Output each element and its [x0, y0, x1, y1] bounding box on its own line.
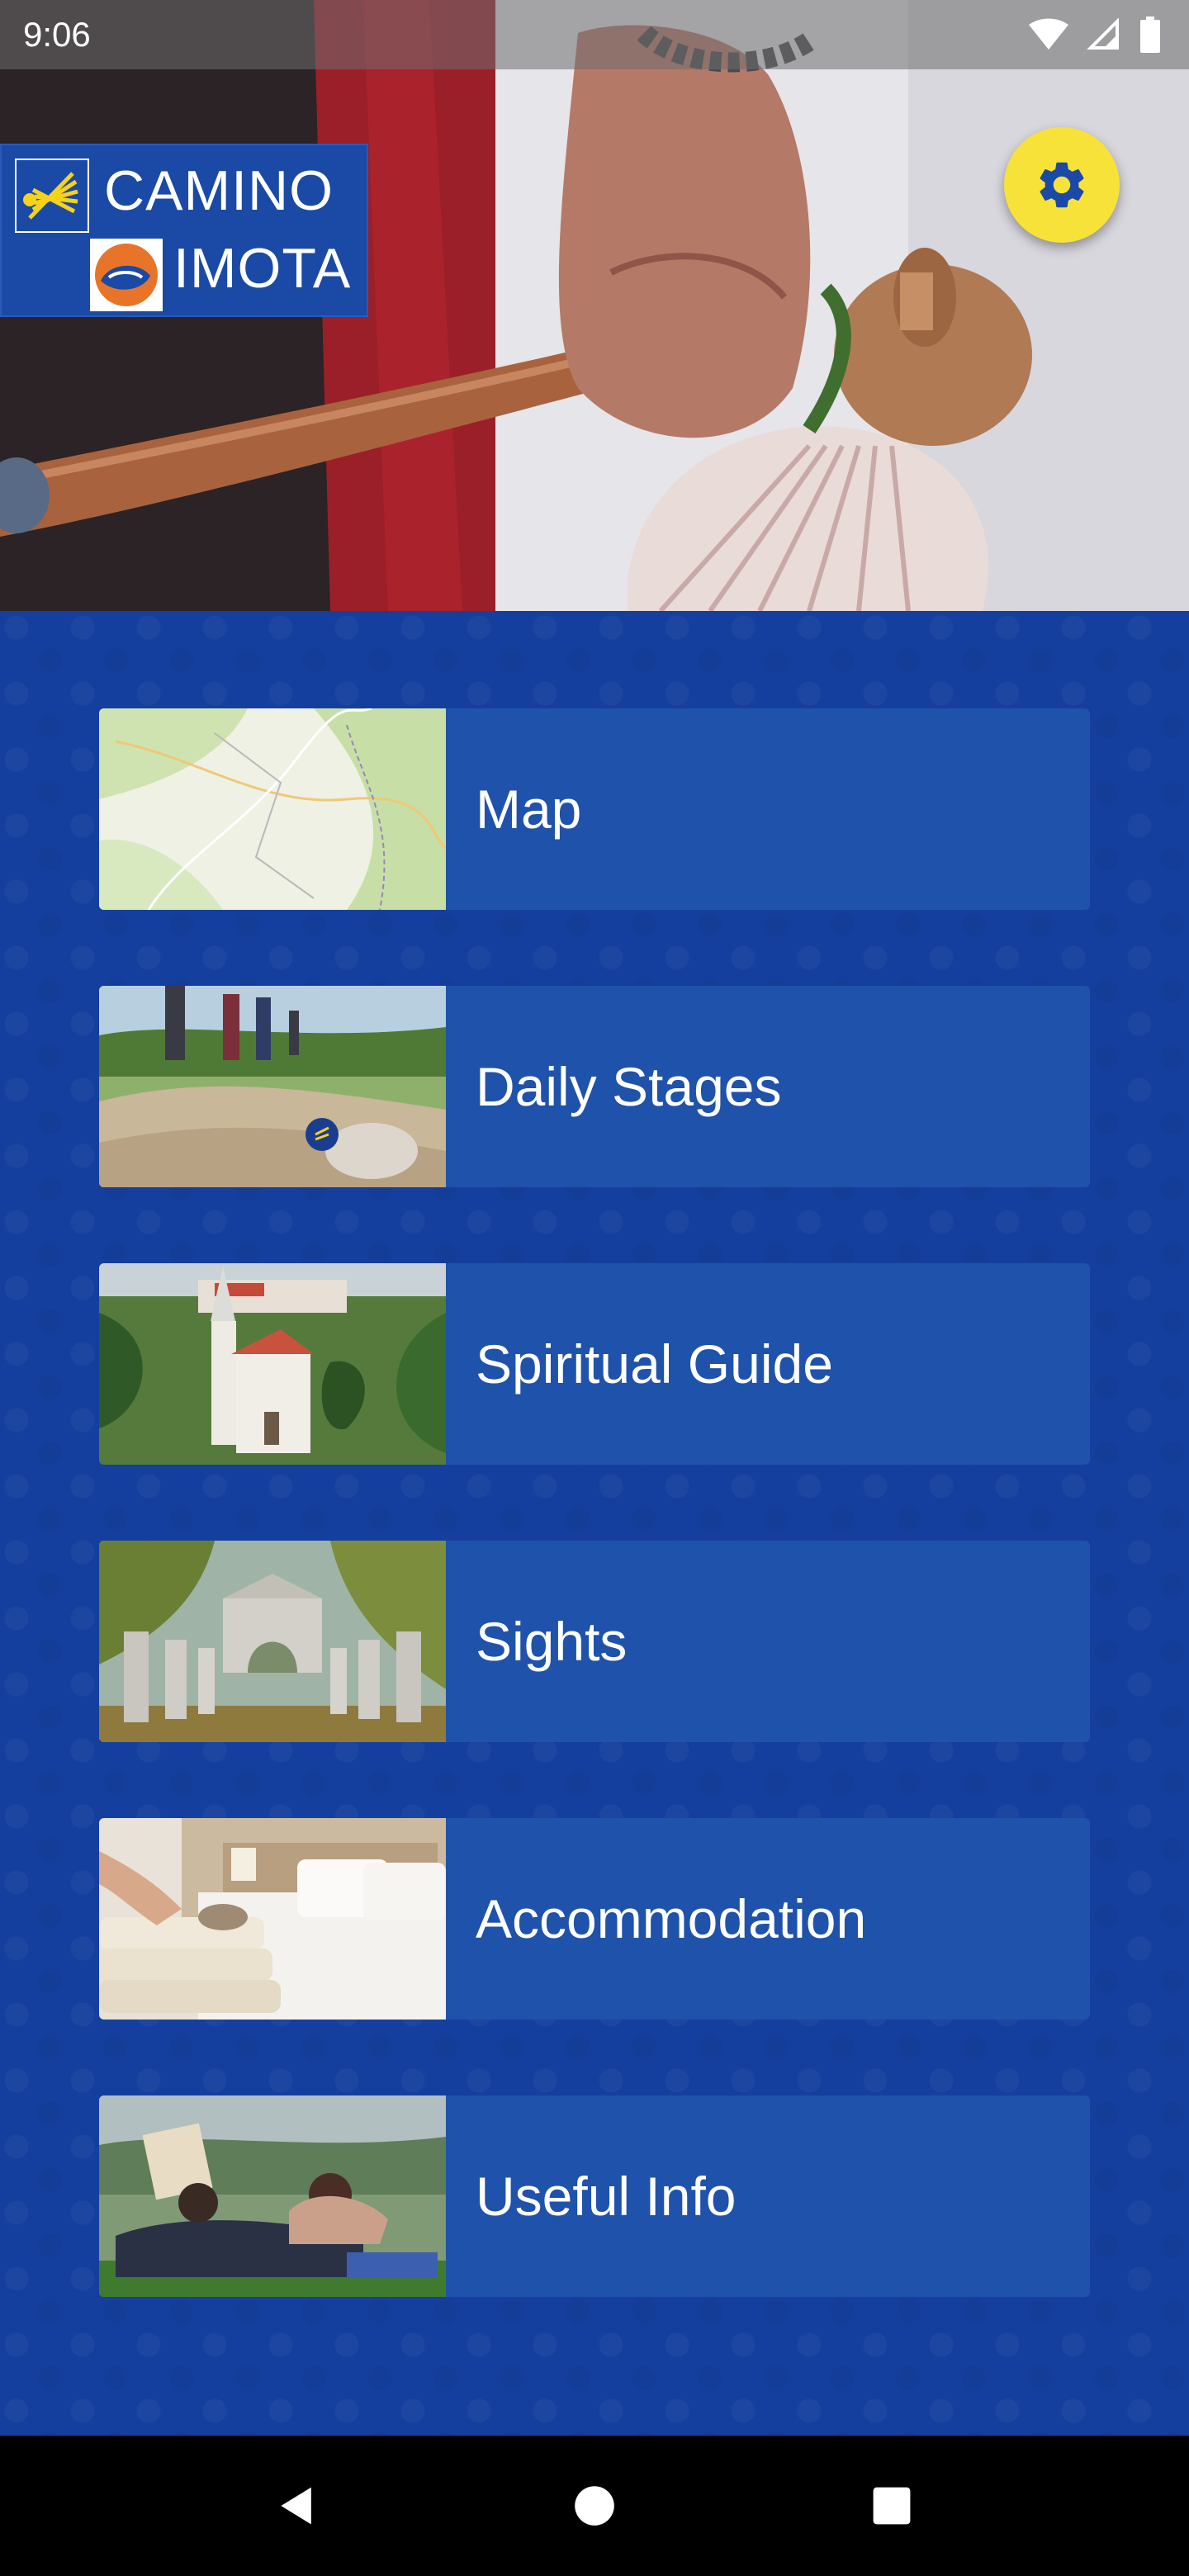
back-button[interactable] — [260, 2469, 334, 2543]
status-time: 9:06 — [23, 15, 91, 54]
status-bar: 9:06 — [0, 0, 1189, 69]
scallop-shell-icon — [15, 159, 89, 233]
map-thumbnail — [99, 708, 446, 910]
hikers-thumbnail — [99, 986, 446, 1187]
menu-item-accommodation[interactable]: Accommodation — [99, 1818, 1090, 2020]
recents-button[interactable] — [855, 2469, 929, 2543]
settings-button[interactable] — [1004, 127, 1120, 243]
menu-label-useful-info: Useful Info — [476, 2166, 737, 2227]
wifi-icon — [1029, 18, 1068, 50]
signal-icon — [1087, 18, 1119, 50]
battery-icon — [1140, 17, 1160, 53]
monument-thumbnail — [99, 1541, 446, 1742]
shell-emblem-icon — [90, 239, 163, 311]
menu-label-map: Map — [476, 779, 582, 840]
gear-icon — [1040, 162, 1084, 208]
status-icons — [1029, 17, 1161, 53]
menu-label-accommodation: Accommodation — [476, 1888, 867, 1949]
home-button[interactable] — [557, 2469, 632, 2543]
menu-label-daily-stages: Daily Stages — [476, 1056, 782, 1117]
home-icon — [575, 2486, 614, 2526]
church-thumbnail — [99, 1263, 446, 1465]
logo-line-camino: CAMINO — [104, 159, 334, 222]
system-nav-bar — [0, 2436, 1189, 2576]
menu-item-daily-stages[interactable]: Daily Stages — [99, 986, 1090, 1187]
back-icon — [281, 2487, 311, 2525]
menu-label-sights: Sights — [476, 1611, 628, 1672]
app-screen: CAMINO IMOTA 9:06 Map Daily Stages Spiri… — [0, 0, 1189, 2576]
menu-item-spiritual-guide[interactable]: Spiritual Guide — [99, 1263, 1090, 1465]
logo-line-imota: IMOTA — [173, 237, 352, 300]
camino-imota-logo: CAMINO IMOTA — [0, 144, 368, 317]
menu-label-spiritual-guide: Spiritual Guide — [476, 1333, 833, 1395]
bedroom-thumbnail — [99, 1818, 446, 2020]
recents-icon — [873, 2487, 911, 2525]
menu-item-map[interactable]: Map — [99, 708, 1090, 910]
menu-item-useful-info[interactable]: Useful Info — [99, 2095, 1090, 2297]
menu-item-sights[interactable]: Sights — [99, 1541, 1090, 1742]
main-menu: Map Daily Stages Spiritual Guide Sights … — [0, 611, 1189, 2436]
hero-banner: CAMINO IMOTA — [0, 0, 1189, 611]
picnic-thumbnail — [99, 2095, 446, 2297]
